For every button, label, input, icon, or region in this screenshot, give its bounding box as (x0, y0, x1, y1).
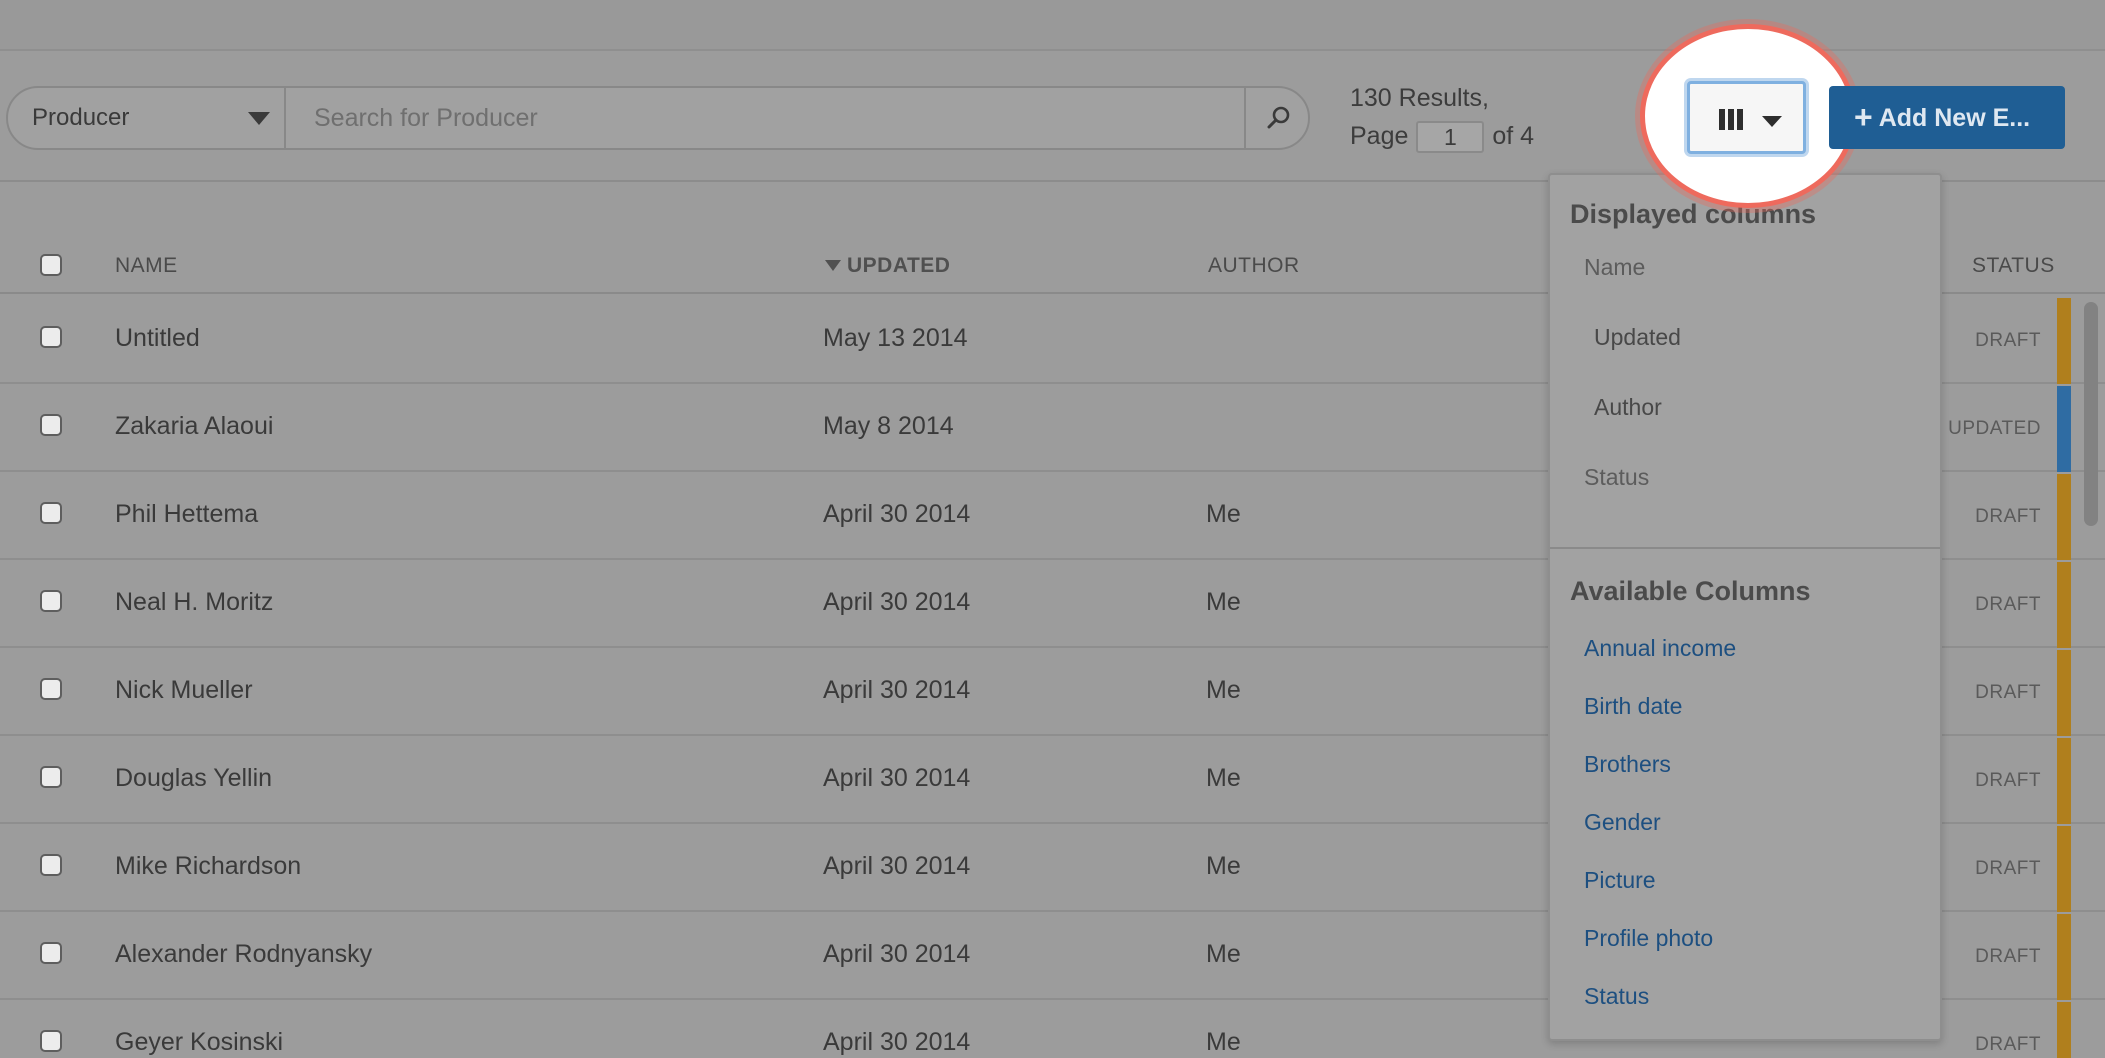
row-checkbox[interactable] (40, 326, 62, 348)
page-total: of 4 (1492, 122, 1535, 150)
row-status: DRAFT (1975, 946, 2041, 967)
columns-button[interactable] (1687, 81, 1806, 154)
page-label: Page (1350, 122, 1409, 150)
row-name[interactable]: Alexander Rodnyansky (115, 940, 372, 969)
available-column-brothers[interactable]: Brothers (1584, 751, 1671, 778)
row-updated: May 8 2014 (823, 412, 954, 440)
columns-icon (1719, 109, 1743, 130)
search-field-select[interactable]: Producer (8, 88, 286, 148)
row-status: DRAFT (1975, 330, 2041, 351)
row-checkbox[interactable] (40, 766, 62, 788)
available-column-status[interactable]: Status (1584, 983, 1649, 1010)
row-status: DRAFT (1975, 1034, 2041, 1055)
column-header-author[interactable]: AUTHOR (1208, 254, 1300, 278)
search-button[interactable] (1244, 88, 1308, 148)
add-new-entry-label: Add New E... (1878, 104, 2031, 132)
available-column-annual-income[interactable]: Annual income (1584, 635, 1736, 662)
row-name[interactable]: Mike Richardson (115, 852, 301, 881)
row-checkbox[interactable] (40, 678, 62, 700)
row-status: DRAFT (1975, 858, 2041, 879)
available-column-gender[interactable]: Gender (1584, 809, 1661, 836)
select-all-checkbox[interactable] (40, 254, 62, 276)
status-indicator (2057, 914, 2071, 1000)
search-icon (1267, 106, 1290, 129)
row-checkbox[interactable] (40, 414, 62, 436)
page-number-input[interactable]: 1 (1416, 121, 1485, 154)
row-status: UPDATED (1948, 418, 2041, 439)
row-checkbox[interactable] (40, 1030, 62, 1052)
status-indicator (2057, 298, 2071, 384)
search-input[interactable] (288, 88, 1246, 148)
column-header-status[interactable]: STATUS (1972, 254, 2055, 278)
status-indicator (2057, 386, 2071, 472)
row-name[interactable]: Nick Mueller (115, 676, 253, 705)
column-header-name[interactable]: NAME (115, 254, 178, 278)
status-indicator (2057, 826, 2071, 912)
row-status: DRAFT (1975, 770, 2041, 791)
row-updated: April 30 2014 (823, 588, 971, 616)
row-author: Me (1206, 764, 1241, 792)
row-author: Me (1206, 940, 1241, 968)
row-updated: April 30 2014 (823, 764, 971, 792)
row-name[interactable]: Neal H. Moritz (115, 588, 273, 617)
row-author: Me (1206, 588, 1241, 616)
pagination: Page 1 of 4 (1350, 117, 1534, 155)
status-indicator (2057, 650, 2071, 736)
results-summary: 130 Results, Page 1 of 4 (1350, 79, 1534, 155)
row-status: DRAFT (1975, 682, 2041, 703)
displayed-column-updated[interactable]: Updated (1594, 324, 1681, 351)
available-column-picture[interactable]: Picture (1584, 867, 1656, 894)
displayed-column-author[interactable]: Author (1594, 394, 1662, 421)
row-checkbox[interactable] (40, 854, 62, 876)
status-indicator (2057, 738, 2071, 824)
scrollbar-thumb[interactable] (2084, 302, 2098, 526)
displayed-column-status: Status (1584, 464, 1650, 490)
column-header-updated-label: UPDATED (847, 254, 951, 277)
plus-icon: + (1854, 99, 1873, 135)
row-checkbox[interactable] (40, 942, 62, 964)
row-status: DRAFT (1975, 594, 2041, 615)
displayed-column-name: Name (1584, 254, 1646, 280)
available-column-profile-photo[interactable]: Profile photo (1584, 925, 1713, 952)
row-checkbox[interactable] (40, 502, 62, 524)
chevron-down-icon (248, 112, 270, 125)
row-updated: April 30 2014 (823, 500, 971, 528)
row-name[interactable]: Douglas Yellin (115, 764, 272, 793)
chevron-down-icon (1762, 116, 1782, 127)
search-field-label: Producer (32, 104, 130, 131)
available-columns-title: Available Columns (1570, 576, 1811, 606)
table-scrollbar[interactable] (2079, 298, 2105, 1058)
row-name[interactable]: Untitled (115, 324, 200, 353)
row-name[interactable]: Geyer Kosinski (115, 1028, 283, 1057)
status-indicator (2057, 562, 2071, 648)
available-column-birth-date[interactable]: Birth date (1584, 693, 1682, 720)
sort-desc-icon (825, 260, 841, 271)
row-checkbox[interactable] (40, 590, 62, 612)
search-group: Producer (6, 86, 1310, 150)
column-header-updated[interactable]: UPDATED (825, 254, 950, 278)
results-count: 130 Results, (1350, 84, 1489, 112)
row-updated: April 30 2014 (823, 940, 971, 968)
dropdown-divider (1550, 547, 1940, 549)
row-author: Me (1206, 1028, 1241, 1056)
row-updated: April 30 2014 (823, 676, 971, 704)
row-author: Me (1206, 676, 1241, 704)
row-author: Me (1206, 852, 1241, 880)
status-indicator (2057, 1002, 2071, 1058)
row-name[interactable]: Zakaria Alaoui (115, 412, 273, 441)
row-updated: April 30 2014 (823, 1028, 971, 1056)
row-author: Me (1206, 500, 1241, 528)
row-updated: April 30 2014 (823, 852, 971, 880)
columns-dropdown: Displayed columns Name Updated Author St… (1548, 173, 1942, 1041)
add-new-entry-button[interactable]: + Add New E... (1829, 86, 2065, 149)
row-name[interactable]: Phil Hettema (115, 500, 258, 529)
status-indicator (2057, 474, 2071, 560)
row-updated: May 13 2014 (823, 324, 968, 352)
row-status: DRAFT (1975, 506, 2041, 527)
